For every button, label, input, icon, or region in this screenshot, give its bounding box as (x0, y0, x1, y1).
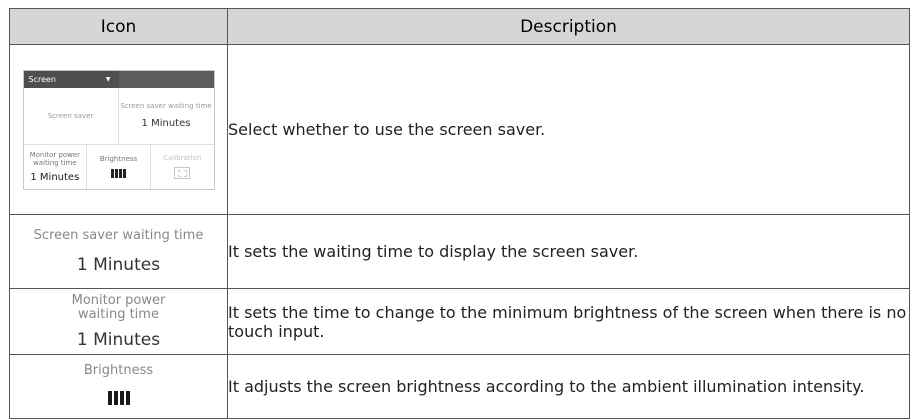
icon-cell-monitor-power: Monitor power waiting time 1 Minutes (9, 288, 228, 355)
brightness-setting[interactable]: Brightness (87, 144, 151, 189)
description-waiting-time: It sets the waiting time to display the … (227, 214, 910, 289)
waiting-time-icon-label: Screen saver waiting time (33, 227, 204, 243)
widget-row-bottom: Monitor power waiting time 1 Minutes Bri… (24, 144, 214, 189)
brightness-icon-label: Brightness (83, 363, 154, 378)
table-header-row: Icon Description (9, 8, 910, 45)
table-row-monitor-power: Monitor power waiting time 1 Minutes It … (9, 288, 910, 355)
monitor-power-icon-label-line1: Monitor power (71, 292, 166, 308)
screen-saver-waiting-setting[interactable]: Screen saver waiting time 1 Minutes (119, 88, 214, 144)
brightness-label: Brightness (99, 155, 138, 163)
monitor-power-icon-label-line2: waiting time (78, 306, 159, 322)
power-label-line1: Monitor power (29, 150, 81, 159)
widget-row-top: Screen saver Screen saver waiting time 1… (23, 87, 214, 145)
icon-cell-brightness: Brightness (9, 354, 228, 419)
screen-saver-label: Screen saver (47, 111, 94, 120)
calibration-label: Calibration (163, 154, 202, 162)
description-monitor-power: It sets the time to change to the minimu… (227, 288, 910, 355)
header-icon: Icon (9, 8, 228, 45)
power-time-value: 1 Minutes (30, 171, 80, 183)
icon-cell-screen-widget: Screen ▼ Screen saver Screen saver waiti… (9, 44, 228, 215)
description-screen-saver: Select whether to use the screen saver. (227, 44, 910, 215)
screen-tab-dropdown[interactable]: Screen ▼ (23, 70, 119, 88)
dropdown-arrow-icon: ▼ (105, 75, 111, 83)
table-row-waiting-time: Screen saver waiting time 1 Minutes It s… (9, 214, 910, 289)
header-description: Description (227, 8, 910, 45)
screen-settings-widget: Screen ▼ Screen saver Screen saver waiti… (22, 69, 215, 190)
monitor-power-setting[interactable]: Monitor power waiting time 1 Minutes (24, 144, 88, 189)
screen-tab-label: Screen (28, 74, 57, 84)
calibration-icon (174, 167, 191, 179)
brightness-level-icon (107, 391, 130, 405)
settings-description-table: Icon Description Screen ▼ Screen saver S… (9, 8, 910, 419)
brightness-bars-icon (111, 169, 126, 178)
waiting-time-label: Screen saver waiting time (120, 102, 212, 110)
widget-header: Screen ▼ (23, 70, 214, 88)
table-row-screen-saver: Screen ▼ Screen saver Screen saver waiti… (9, 44, 910, 215)
icon-cell-waiting-time: Screen saver waiting time 1 Minutes (9, 214, 228, 289)
description-brightness: It adjusts the screen brightness accordi… (227, 354, 910, 419)
waiting-time-value: 1 Minutes (141, 118, 191, 129)
table-row-brightness: Brightness It adjusts the screen brightn… (9, 354, 910, 419)
waiting-time-icon-value: 1 Minutes (76, 254, 161, 275)
screen-saver-toggle[interactable]: Screen saver (24, 87, 119, 144)
monitor-power-icon-value: 1 Minutes (76, 329, 161, 350)
calibration-setting[interactable]: Calibration (151, 145, 214, 189)
power-label-line2: waiting time (33, 158, 77, 167)
